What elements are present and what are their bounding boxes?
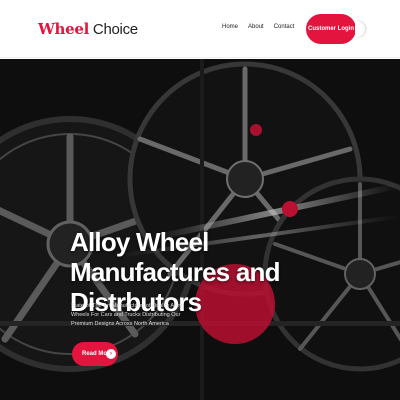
read-more-button[interactable]: Read More › [72,342,118,366]
side-tab-handle[interactable] [355,21,365,37]
nav-home[interactable]: Home [222,24,238,30]
nav-contact[interactable]: Contact [274,24,295,30]
customer-login-button[interactable]: Customer Login [306,14,356,44]
hero-description: State-of-The-Art Manufacturer of Quality… [71,303,183,327]
nav-about[interactable]: About [248,24,264,30]
main-nav: Home About Contact [222,24,294,30]
brand-logo[interactable]: Wheel Choice [38,18,138,41]
brand-word-primary: Wheel [38,20,90,38]
chevron-right-icon: › [106,349,116,359]
hero-section: Alloy Wheel Manufactures and Distrbutors… [0,59,400,400]
brand-word-secondary: Choice [92,21,138,38]
site-header: Wheel Choice Home About Contact Customer… [0,0,400,58]
